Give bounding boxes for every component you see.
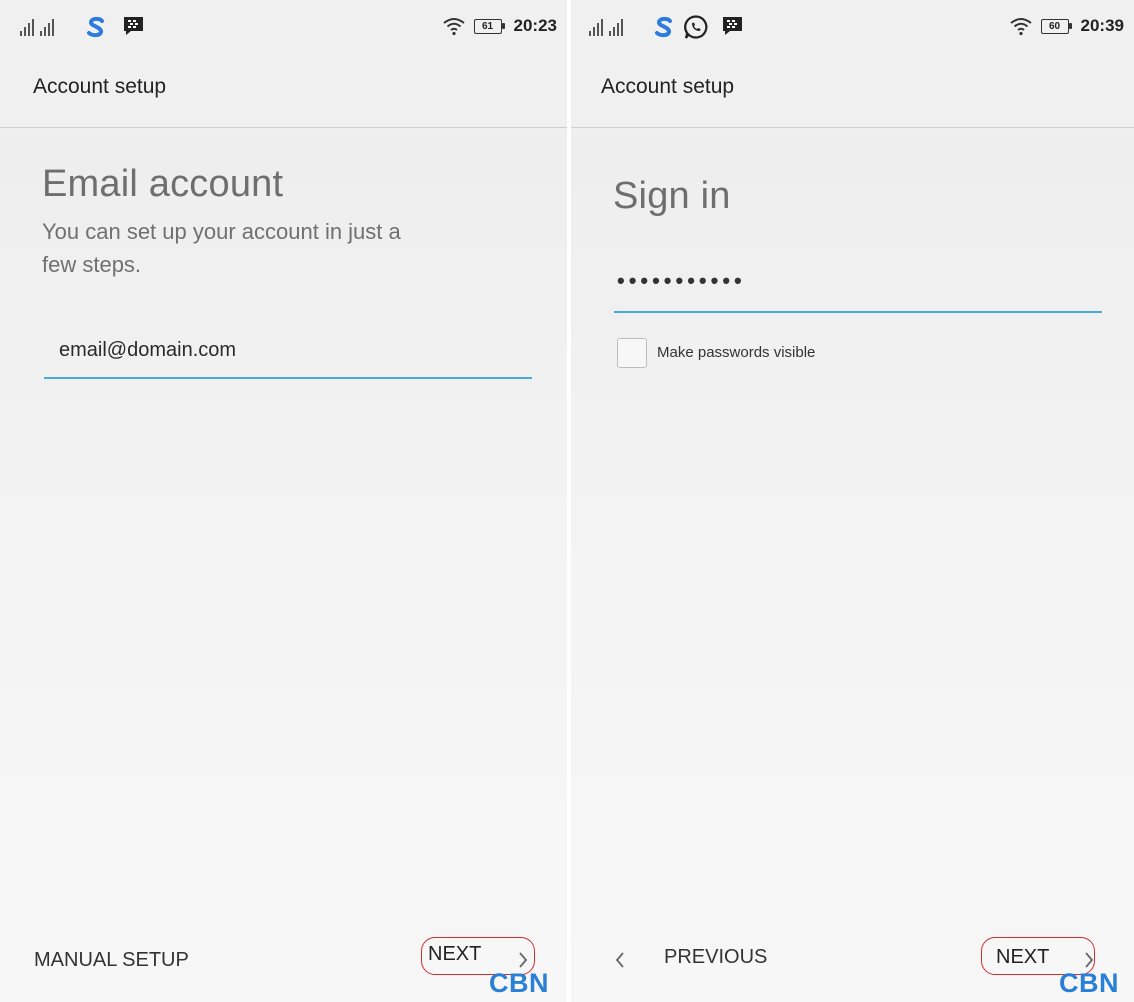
app-bar: Account setup — [0, 58, 567, 128]
watermark: CBN — [489, 968, 549, 998]
status-bar: 60 20:39 — [571, 0, 1134, 58]
bbm-icon — [124, 17, 143, 35]
wifi-icon — [442, 18, 465, 36]
previous-button[interactable]: PREVIOUS — [664, 946, 767, 969]
subtitle-line-2: few steps. — [42, 252, 142, 277]
battery-icon: 61 — [473, 18, 505, 34]
whatsapp-icon — [684, 15, 708, 39]
status-time: 20:23 — [513, 16, 557, 35]
signal-icon — [589, 19, 623, 36]
status-bar: 61 20:23 — [0, 0, 567, 58]
app-bar-title: Account setup — [33, 75, 167, 98]
manual-setup-button[interactable]: MANUAL SETUP — [34, 949, 189, 972]
battery-level: 60 — [1048, 20, 1061, 32]
chevron-right-icon — [519, 952, 528, 968]
password-input-value: ••••••••••• — [617, 268, 746, 293]
page-title: Sign in — [613, 175, 731, 217]
bbm-icon — [723, 17, 742, 35]
next-button-label: NEXT — [428, 943, 482, 965]
app-s-icon — [87, 16, 104, 38]
app-s-icon — [655, 16, 672, 38]
app-bar-title: Account setup — [601, 75, 735, 98]
page-subtitle: You can set up your account in just a fe… — [42, 215, 401, 281]
password-input[interactable]: ••••••••••• — [614, 266, 1102, 313]
watermark: CBN — [1059, 968, 1119, 998]
email-input-value: email@domain.com — [59, 339, 237, 361]
show-password-checkbox[interactable] — [617, 338, 647, 368]
battery-icon: 60 — [1040, 18, 1072, 34]
sign-in-screen: 60 20:39 Account setup Sign in •••••••••… — [571, 0, 1134, 1002]
chevron-right-icon — [1085, 952, 1094, 968]
email-account-screen: 61 20:23 Account setup Email account You… — [0, 0, 567, 1002]
page-title: Email account — [42, 163, 284, 205]
next-button-label: NEXT — [996, 946, 1050, 968]
email-input[interactable]: email@domain.com — [44, 332, 532, 379]
wifi-icon — [1009, 18, 1032, 36]
battery-level: 61 — [481, 20, 494, 32]
app-bar: Account setup — [571, 58, 1134, 128]
status-time: 20:39 — [1080, 16, 1124, 35]
show-password-label[interactable]: Make passwords visible — [657, 344, 815, 361]
chevron-left-icon — [615, 952, 624, 968]
signal-icon — [20, 19, 54, 36]
subtitle-line-1: You can set up your account in just a — [42, 219, 401, 244]
